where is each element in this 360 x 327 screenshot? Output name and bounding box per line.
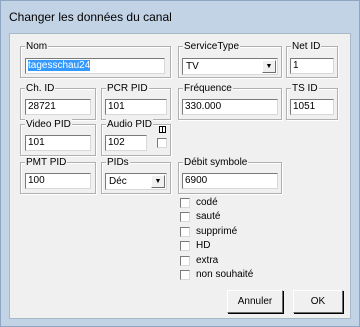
checkbox-label: sauté xyxy=(196,211,221,222)
title-bar[interactable]: Changer les données du canal xyxy=(1,1,359,33)
checkbox-box[interactable] xyxy=(180,198,190,208)
dialog-content: Nom tagesschau24 ServiceType TV ▼ Net ID… xyxy=(9,33,351,319)
checkbox-box[interactable] xyxy=(180,270,190,280)
group-label: Net ID xyxy=(291,41,322,52)
service-type-select[interactable]: TV ▼ xyxy=(182,58,278,75)
checkbox-label: supprimé xyxy=(196,226,238,237)
audio-pid-checkbox[interactable] xyxy=(157,138,167,148)
service-type-value: TV xyxy=(186,61,199,72)
group-label: PIDs xyxy=(106,157,130,168)
checkbox-label: HD xyxy=(196,240,211,251)
group-label: ServiceType xyxy=(183,41,241,52)
checkbox-box[interactable] xyxy=(180,256,190,266)
ts-id-input[interactable]: 1051 xyxy=(290,99,334,115)
checkbox-label: extra xyxy=(196,255,219,266)
window-title: Changer les données du canal xyxy=(9,10,172,24)
group-label: PCR PID xyxy=(106,83,149,94)
checkbox-label: non souhaité xyxy=(196,269,254,280)
group-label: Fréquence xyxy=(183,83,233,94)
chevron-down-icon[interactable]: ▼ xyxy=(262,60,276,73)
group-label: Ch. ID xyxy=(25,83,56,94)
symbol-rate-input[interactable]: 6900 xyxy=(182,173,278,189)
group-label: Nom xyxy=(25,41,49,52)
pids-format-select[interactable]: Déc ▼ xyxy=(105,173,167,190)
group-label: Video PID xyxy=(25,119,72,130)
pcr-pid-input[interactable]: 101 xyxy=(105,99,167,115)
net-id-input[interactable]: 1 xyxy=(290,58,334,74)
chevron-down-icon[interactable]: ▼ xyxy=(151,175,165,188)
audio-channel-icon[interactable] xyxy=(159,126,166,133)
ok-button[interactable]: OK xyxy=(293,290,343,313)
checkbox-box[interactable] xyxy=(180,227,190,237)
frequency-input[interactable]: 330.000 xyxy=(182,99,278,115)
pids-format-value: Déc xyxy=(109,176,127,187)
video-pid-input[interactable]: 101 xyxy=(25,135,91,151)
group-label: Audio PID xyxy=(106,119,154,130)
channel-edit-dialog: Changer les données du canal Nom tagessc… xyxy=(0,0,360,327)
checkbox-box[interactable] xyxy=(180,212,190,222)
name-input[interactable]: tagesschau24 xyxy=(25,58,165,74)
checkbox-box[interactable] xyxy=(180,241,190,251)
audio-pid-input[interactable]: 102 xyxy=(105,135,147,151)
group-label: Débit symbole xyxy=(183,157,249,168)
ch-id-input[interactable]: 28721 xyxy=(25,99,91,115)
pmt-pid-input[interactable]: 100 xyxy=(25,173,91,189)
checkbox-label: codé xyxy=(196,197,218,208)
group-label: PMT PID xyxy=(25,157,68,168)
cancel-button[interactable]: Annuler xyxy=(227,290,283,313)
group-label: TS ID xyxy=(291,83,319,94)
